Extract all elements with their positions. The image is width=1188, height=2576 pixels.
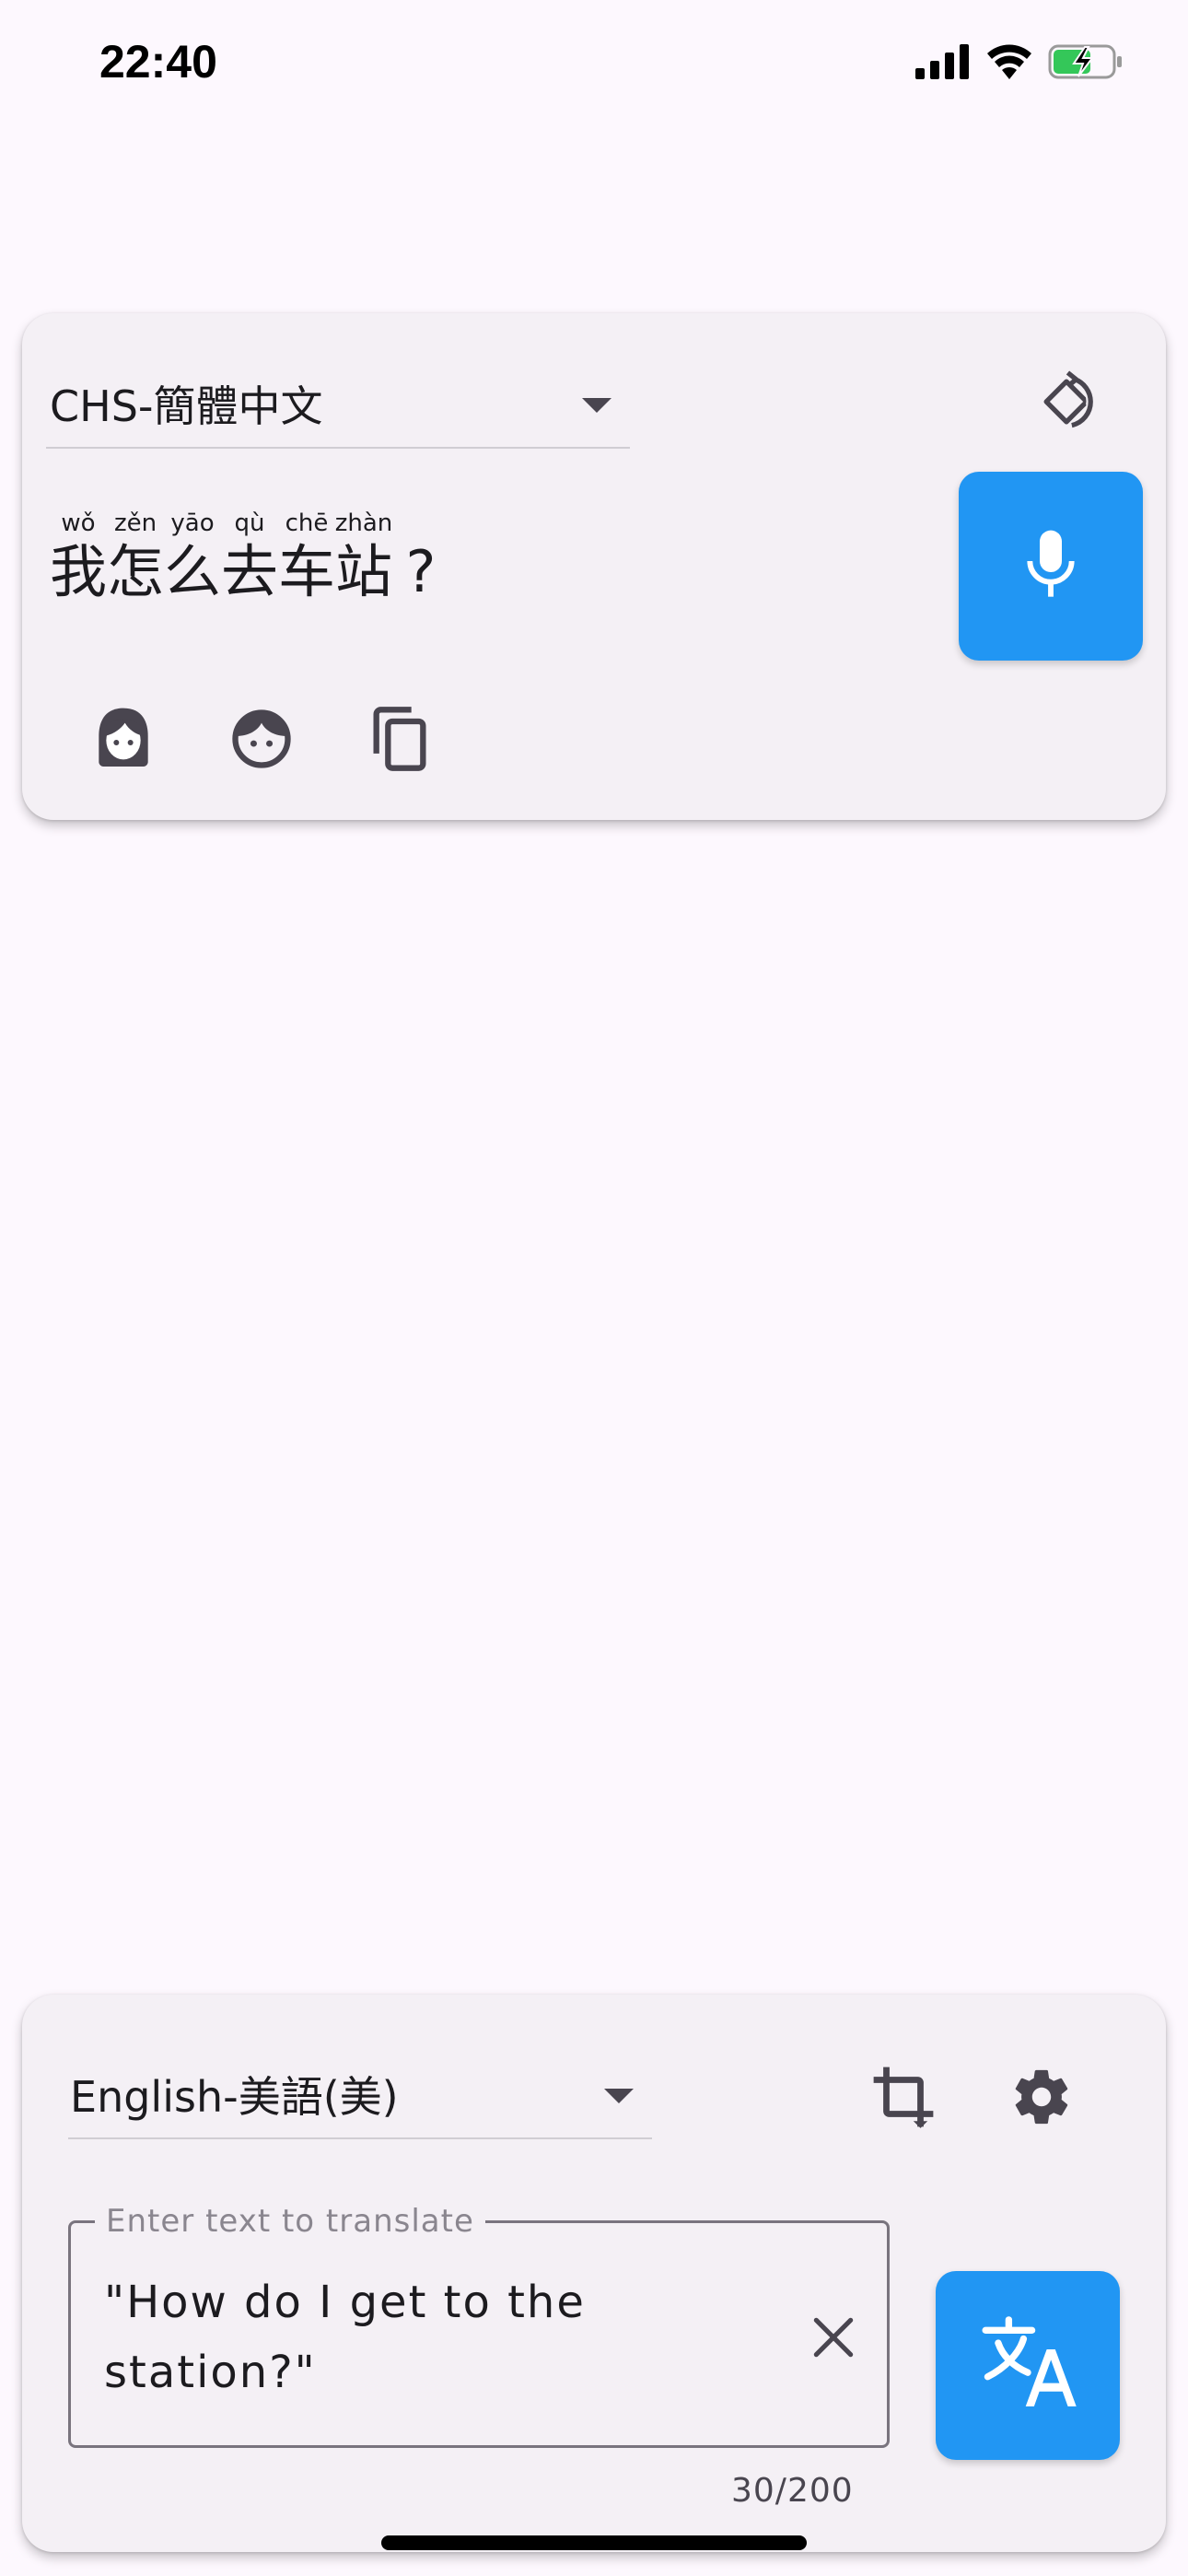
- cellular-signal-icon: [915, 44, 971, 83]
- pinyin-text: qù: [234, 509, 265, 537]
- target-language-label: English-美語(美): [70, 2071, 399, 2122]
- translate-text-field[interactable]: Enter text to translate "How do I get to…: [68, 2203, 890, 2448]
- microphone-icon: [1020, 528, 1081, 605]
- ruby-char: wǒ 我: [50, 507, 107, 604]
- target-language-dropdown[interactable]: English-美語(美): [68, 2050, 652, 2139]
- target-panel: English-美語(美) Enter text to translate "H…: [22, 1995, 1166, 2552]
- source-language-dropdown[interactable]: CHS-簡體中文: [46, 359, 630, 449]
- child-voice-icon[interactable]: [215, 693, 308, 785]
- microphone-button[interactable]: [959, 472, 1143, 661]
- chevron-down-icon: [582, 397, 611, 413]
- character-counter: 30/200: [731, 2472, 854, 2510]
- hanzi-text: ?: [405, 538, 437, 605]
- hanzi-text: 站: [335, 538, 393, 605]
- chevron-down-icon: [604, 2088, 634, 2103]
- pinyin-text: wǒ: [61, 509, 96, 537]
- home-indicator[interactable]: [381, 2535, 807, 2550]
- hanzi-text: 么: [164, 538, 222, 605]
- hanzi-text: 去: [221, 538, 279, 605]
- ruby-char: zhàn 站: [334, 507, 393, 605]
- source-panel: CHS-簡體中文 wǒ 我 zěn 怎 yāo 么 qù 去 chē 车 zhà…: [22, 313, 1166, 820]
- translate-button[interactable]: [936, 2271, 1120, 2460]
- source-language-label: CHS-簡體中文: [50, 381, 323, 431]
- pinyin-text: zhàn: [334, 509, 393, 537]
- ruby-char: zěn 怎: [107, 507, 164, 604]
- ruby-char: qù 去: [221, 507, 278, 604]
- pinyin-text: zěn: [113, 509, 157, 537]
- text-field-value[interactable]: "How do I get to the station?": [104, 2267, 786, 2407]
- copy-icon[interactable]: [354, 693, 446, 785]
- pinyin-sentence: wǒ 我 zěn 怎 yāo 么 qù 去 chē 车 zhàn 站 ?: [50, 507, 449, 604]
- hanzi-text: 怎: [107, 538, 165, 605]
- status-icons: [915, 41, 1124, 87]
- pinyin-text: chē: [285, 509, 329, 537]
- hanzi-text: 车: [278, 538, 336, 605]
- status-bar: 22:40: [0, 0, 1188, 129]
- pinyin-text: yāo: [170, 509, 215, 537]
- ruby-char: chē 车: [278, 507, 335, 604]
- battery-charging-icon: [1048, 43, 1124, 84]
- female-voice-icon[interactable]: [77, 693, 169, 785]
- text-field-label: Enter text to translate: [95, 2203, 485, 2240]
- ruby-char: ?: [392, 507, 449, 604]
- settings-icon[interactable]: [1000, 2055, 1083, 2138]
- crop-icon[interactable]: [862, 2055, 945, 2138]
- translate-icon: [977, 2313, 1078, 2418]
- status-time: 22:40: [99, 36, 217, 88]
- wifi-icon: [985, 44, 1033, 83]
- ruby-char: yāo 么: [164, 507, 221, 604]
- hanzi-text: 我: [50, 538, 108, 605]
- rotate-icon[interactable]: [1030, 365, 1103, 439]
- close-icon[interactable]: [808, 2312, 859, 2363]
